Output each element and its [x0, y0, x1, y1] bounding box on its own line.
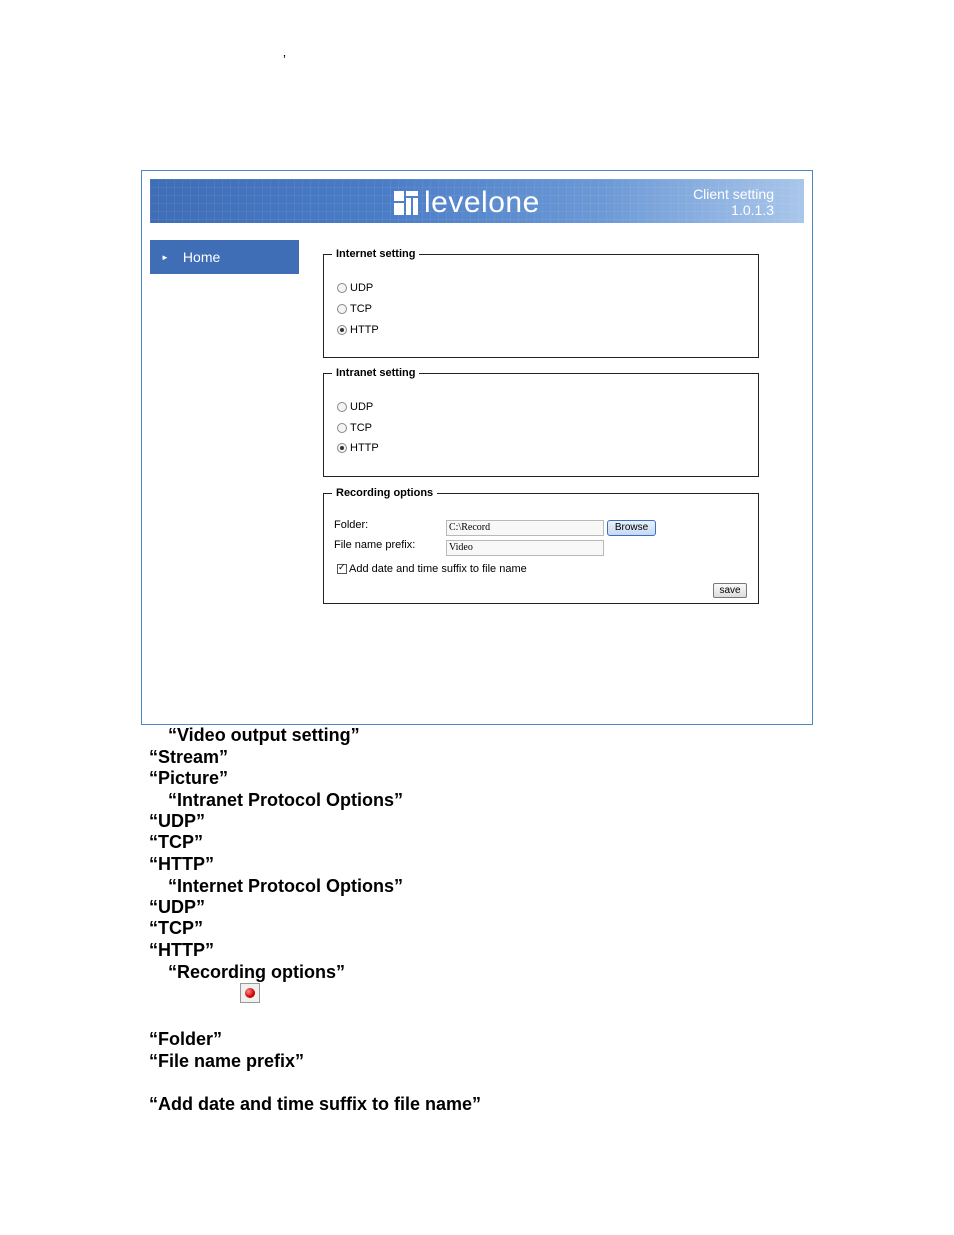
recording-options-legend: Recording options	[336, 487, 434, 499]
internet-setting-group: Internet setting UDP TCP HTTP	[323, 248, 759, 358]
doc-line-intranet-http: “HTTP”	[149, 854, 214, 874]
doc-line-picture: “Picture”	[149, 768, 229, 788]
doc-line-internet-tcp: “TCP”	[149, 918, 203, 938]
internet-tcp-radio[interactable]: TCP	[337, 303, 372, 315]
doc-line-file-name-prefix: “File name prefix”	[149, 1051, 305, 1071]
intranet-setting-legend: Intranet setting	[336, 367, 416, 379]
internet-http-label: HTTP	[350, 324, 379, 336]
intranet-setting-group: Intranet setting UDP TCP HTTP	[323, 367, 759, 477]
logo-icon	[394, 191, 418, 215]
intranet-http-radio[interactable]: HTTP	[337, 442, 379, 454]
internet-udp-radio[interactable]: UDP	[337, 282, 373, 294]
folder-input[interactable]: C:\Record	[446, 520, 604, 536]
intranet-http-label: HTTP	[350, 442, 379, 454]
doc-line-internet-protocol-options: “Internet Protocol Options”	[168, 876, 404, 896]
doc-line-internet-udp: “UDP”	[149, 897, 206, 917]
doc-line-folder: “Folder”	[149, 1029, 223, 1049]
file-name-prefix-label: File name prefix:	[334, 539, 416, 551]
file-name-prefix-input[interactable]: Video	[446, 540, 604, 556]
radio-icon	[337, 283, 347, 293]
checkbox-checked-icon	[337, 562, 347, 574]
doc-line-intranet-protocol-options: “Intranet Protocol Options”	[168, 790, 404, 810]
doc-line-date-time-suffix: “Add date and time suffix to file name”	[149, 1094, 482, 1114]
internet-tcp-label: TCP	[350, 303, 372, 315]
doc-line-intranet-tcp: “TCP”	[149, 832, 203, 852]
banner: levelone Client setting 1.0.1.3	[150, 179, 804, 223]
nav-home-button[interactable]: ► Home	[150, 240, 299, 274]
chevron-right-icon: ►	[161, 252, 169, 262]
internet-http-radio[interactable]: HTTP	[337, 324, 379, 336]
radio-selected-icon	[337, 325, 347, 335]
save-button[interactable]: save	[713, 583, 747, 598]
logo-text: levelone	[424, 186, 540, 219]
intranet-tcp-radio[interactable]: TCP	[337, 422, 372, 434]
intranet-tcp-label: TCP	[350, 422, 372, 434]
client-setting-label: Client setting	[693, 186, 774, 202]
nav-home-label: Home	[182, 249, 221, 265]
doc-line-recording-options: “Recording options”	[168, 962, 345, 982]
doc-line-intranet-udp: “UDP”	[149, 811, 206, 831]
doc-line-video-output-setting: “Video output setting”	[168, 725, 360, 745]
date-time-suffix-label: Add date and time suffix to file name	[349, 563, 527, 575]
client-setting-screenshot: levelone Client setting 1.0.1.3 ► Home I…	[141, 170, 813, 725]
internet-setting-legend: Internet setting	[336, 248, 416, 260]
folder-label: Folder:	[334, 519, 369, 531]
intranet-udp-radio[interactable]: UDP	[337, 401, 373, 413]
intranet-udp-label: UDP	[350, 401, 374, 413]
radio-icon	[337, 402, 347, 412]
radio-selected-icon	[337, 443, 347, 453]
client-setting-title: Client setting 1.0.1.3	[693, 186, 774, 218]
doc-line-stream: “Stream”	[149, 747, 229, 767]
radio-icon	[337, 423, 347, 433]
record-icon	[240, 983, 260, 1003]
date-time-suffix-checkbox[interactable]: Add date and time suffix to file name	[337, 562, 527, 575]
recording-options-group: Recording options Folder: C:\Record Brow…	[323, 487, 759, 604]
doc-line-internet-http: “HTTP”	[149, 940, 214, 960]
stray-mark: ’	[283, 52, 286, 67]
version-label: 1.0.1.3	[731, 202, 774, 218]
levelone-logo: levelone	[394, 187, 540, 219]
browse-button[interactable]: Browse	[607, 520, 656, 536]
radio-icon	[337, 304, 347, 314]
internet-udp-label: UDP	[350, 282, 374, 294]
